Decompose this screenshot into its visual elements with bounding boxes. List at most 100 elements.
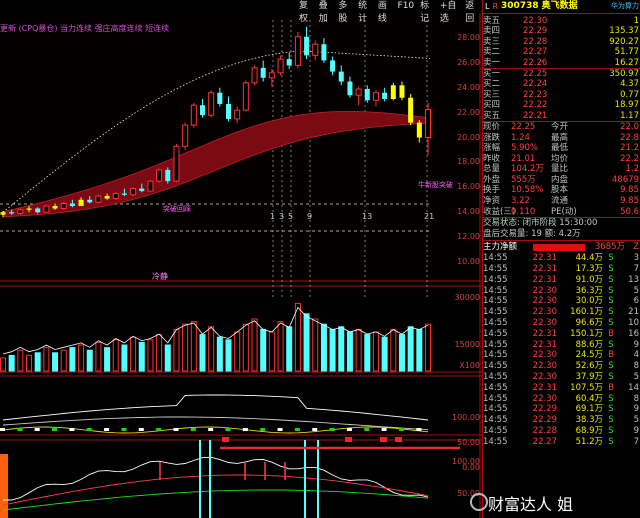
menu-item-8[interactable]: 返回	[462, 0, 482, 24]
trade-count: 21	[628, 307, 639, 318]
trade-count: 3	[633, 253, 639, 264]
watermark-icon	[470, 493, 488, 511]
stat-label-2: PE(动)	[551, 206, 577, 217]
menu-item-0[interactable]: 复权	[296, 0, 316, 24]
osc-marker	[208, 428, 214, 431]
trade-side: S	[608, 393, 614, 404]
quote-price: 22.27	[523, 47, 548, 58]
left-icon[interactable]: L	[485, 0, 489, 13]
volume-bar	[225, 339, 232, 372]
volume-bar	[277, 321, 284, 372]
quote-row[interactable]: 卖二 22.27 51.77	[483, 47, 640, 57]
candle	[156, 168, 163, 183]
trade-side: S	[608, 426, 614, 436]
trade-row: 14:55 22.30 37.9万 S 5	[483, 372, 640, 383]
trade-row: 14:55 22.30 96.6万 S 10	[483, 318, 640, 329]
trade-price: 22.28	[532, 426, 557, 436]
candle	[173, 143, 180, 183]
quote-row[interactable]: 买三 22.23 0.77	[483, 90, 640, 100]
osc-marker	[121, 428, 127, 431]
volume-bar	[355, 328, 362, 372]
price-tick: 26.00	[457, 57, 480, 67]
quote-row[interactable]: 卖五 22.30 1	[483, 16, 640, 26]
candle	[95, 194, 102, 204]
volume-bar	[416, 328, 423, 372]
quote-row[interactable]: 买二 22.24 4.37	[483, 79, 640, 89]
trade-time: 14:55	[483, 307, 508, 318]
menu-item-4[interactable]: 画线	[375, 0, 395, 24]
osc-line	[2, 394, 429, 421]
quote-price: 22.22	[523, 100, 548, 111]
stats-box: 现价 22.25 今开 22.0 涨跌 1.24 最高 22.8 涨幅 5.90% 最低 21.2 昨收…	[483, 122, 640, 217]
trade-volume: 69.1万	[575, 404, 603, 415]
trade-row: 14:55 22.29 69.1万 S 9	[483, 404, 640, 415]
menu-item-5[interactable]: F10	[395, 0, 418, 13]
stat-row: 换手 10.58% 股本 9.85	[483, 185, 640, 196]
stat-value: 10.58%	[511, 185, 544, 196]
main-flow-row[interactable]: 主力净额 3685万 Z	[483, 241, 640, 253]
volume-bar	[268, 331, 275, 372]
quote-row[interactable]: 买一 22.25 350.97	[483, 69, 640, 79]
osc-line	[2, 426, 429, 434]
trade-time: 14:55	[483, 436, 508, 447]
r-icon[interactable]: R	[492, 0, 498, 13]
trade-count: 9	[633, 404, 639, 415]
osc2-tick: 100.00	[452, 457, 480, 466]
trade-time: 14:55	[483, 339, 508, 350]
stat-value-2: 1.2	[625, 164, 639, 175]
quote-row[interactable]: 卖四 22.29 135.37	[483, 26, 640, 36]
stat-value-2: 22.2	[620, 153, 639, 164]
quote-price: 22.24	[523, 79, 548, 90]
volume-bar	[242, 323, 249, 372]
stat-value-2: 48679	[611, 174, 639, 185]
main-flow-tag[interactable]: Z	[625, 241, 640, 253]
x-tick: 3	[279, 212, 285, 221]
stat-label: 换手	[483, 185, 501, 196]
quote-label: 买一	[483, 68, 501, 79]
quote-row[interactable]: 卖三 22.28 920.27	[483, 37, 640, 47]
volume-bar	[130, 336, 137, 372]
quote-price: 22.26	[523, 57, 548, 68]
trade-row: 14:55 22.30 36.3万 S 5	[483, 286, 640, 297]
quote-volume: 920.27	[609, 36, 639, 47]
kline-chart-area[interactable]: 更新 (CPQ暴仓) 当力连续 强庄高度连续 短连续 复权 叠加 多股 统计 画线 F10…	[0, 0, 482, 518]
trade-time: 14:55	[483, 274, 508, 285]
trade-time: 14:55	[483, 264, 508, 275]
stock-name: 奥飞数据	[541, 1, 578, 11]
volume-bar	[69, 347, 76, 372]
kline-chart-svg[interactable]	[0, 0, 482, 518]
buy-quotes: 买一 22.25 350.97 买二 22.24 4.37 买三 22.23 0.77 买四 22.…	[483, 69, 640, 121]
trade-count: 6	[633, 296, 639, 307]
quote-row[interactable]: 买五 22.21 1.17	[483, 111, 640, 121]
osc-marker	[364, 428, 370, 431]
trade-row: 14:55 22.30 160.1万 S 21	[483, 307, 640, 318]
sell-quotes: 卖五 22.30 1 卖四 22.29 135.37 卖三 22.28 920.27 卖二 22.2…	[483, 14, 640, 68]
trade-volume: 60.4万	[575, 393, 603, 404]
trade-count: 5	[633, 285, 639, 296]
stat-row: 收益(三) 0.110 PE(动) 50.6	[483, 207, 640, 218]
stat-label: 外盘	[483, 174, 501, 185]
quote-row[interactable]: 卖一 22.26 16.27	[483, 58, 640, 68]
trade-side: B	[608, 350, 614, 361]
stat-row: 净资 3.22 流通 9.85	[483, 196, 640, 207]
quote-label: 卖三	[483, 36, 501, 47]
quote-label: 卖二	[483, 47, 501, 58]
trade-price: 22.29	[532, 415, 557, 426]
menu-item-7[interactable]: +自选	[437, 0, 462, 24]
menu-item-3[interactable]: 统计	[355, 0, 375, 24]
quote-row[interactable]: 买四 22.22 18.97	[483, 100, 640, 110]
stock-code: 300738	[501, 1, 539, 11]
menu-item-2[interactable]: 多股	[335, 0, 355, 24]
trade-row: 14:55 22.31 91.0万 S 13	[483, 275, 640, 286]
volume-bar	[303, 313, 310, 372]
osc-marker	[329, 428, 335, 431]
quote-price: 22.21	[523, 110, 548, 121]
trade-row: 14:55 22.31 150.1万 B 16	[483, 329, 640, 340]
trade-side: S	[608, 307, 614, 318]
menu-item-1[interactable]: 叠加	[316, 0, 336, 24]
menu-item-6[interactable]: 标记	[417, 0, 437, 24]
trade-side: S	[608, 296, 614, 307]
stat-value-2: 22.8	[620, 132, 639, 143]
trade-side: S	[608, 339, 614, 350]
quote-panel: L R 300738 奥飞数据 华为算力 卖五 22.30 1 卖四 22.29 135.…	[482, 0, 640, 518]
